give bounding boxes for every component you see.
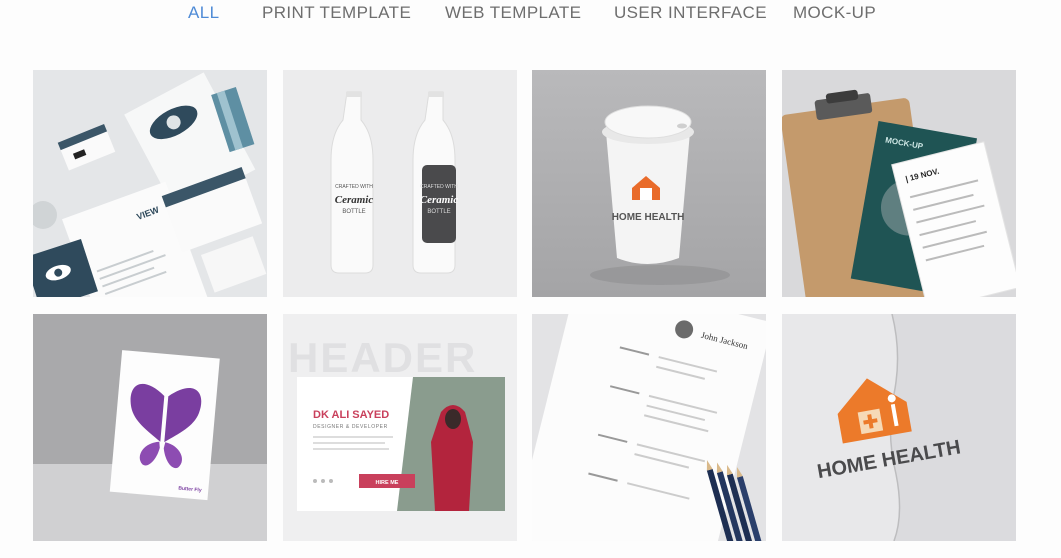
filter-user-interface[interactable]: USER INTERFACE	[614, 3, 767, 23]
bottles-mockup-image: CRAFTED WITH Ceramic BOTTLE CRAFTED WITH…	[283, 70, 517, 297]
stationery-mockup-image: VIEW	[33, 70, 267, 297]
filter-print-template[interactable]: PRINT TEMPLATE	[262, 3, 411, 23]
bottle1-title: Ceramic	[335, 194, 374, 206]
portfolio-item-coffee-cup[interactable]: HOME HEALTH	[532, 70, 766, 297]
filter-all[interactable]: ALL	[188, 3, 219, 23]
portfolio-filter-nav: ALL PRINT TEMPLATE WEB TEMPLATE USER INT…	[0, 0, 1061, 30]
butterfly-mockup-image: Butter Fly	[33, 314, 267, 541]
portfolio-item-butterfly[interactable]: Butter Fly	[33, 314, 267, 541]
portfolio-item-clipboard[interactable]: MOCK-UP | 19 NOV.	[782, 70, 1016, 297]
clipboard-mockup-image: MOCK-UP | 19 NOV.	[782, 70, 1016, 297]
bottle1-subtitle: BOTTLE	[342, 209, 365, 215]
resume-mockup-image: John Jackson	[532, 314, 766, 541]
web-header-bg-word: HEADER	[288, 334, 477, 381]
coffee-cup-mockup-image: HOME HEALTH	[532, 70, 766, 297]
portfolio-item-stationery[interactable]: VIEW	[33, 70, 267, 297]
portfolio-item-bottles[interactable]: CRAFTED WITH Ceramic BOTTLE CRAFTED WITH…	[283, 70, 517, 297]
cup-logo-text: HOME HEALTH	[612, 212, 685, 223]
bottle2-subtitle: BOTTLE	[427, 209, 450, 215]
portfolio-item-paper-logo[interactable]: HOME HEALTH	[782, 314, 1016, 541]
bottle2-crafted: CRAFTED WITH	[420, 184, 458, 190]
web-header-mockup-image: HEADER DK ALI SAYED DESIGNER & DEVELOPER…	[283, 314, 517, 541]
portfolio-item-web-header[interactable]: HEADER DK ALI SAYED DESIGNER & DEVELOPER…	[283, 314, 517, 541]
paper-logo-mockup-image: HOME HEALTH	[782, 314, 1016, 541]
bottle1-crafted: CRAFTED WITH	[335, 184, 373, 190]
web-header-name: DK ALI SAYED	[313, 409, 389, 421]
portfolio-item-resume[interactable]: John Jackson	[532, 314, 766, 541]
filter-mock-up[interactable]: MOCK-UP	[793, 3, 876, 23]
web-header-cta: HIRE ME	[376, 480, 399, 486]
web-header-role: DESIGNER & DEVELOPER	[313, 424, 388, 430]
bottle2-title: Ceramic	[420, 194, 459, 206]
filter-web-template[interactable]: WEB TEMPLATE	[445, 3, 581, 23]
